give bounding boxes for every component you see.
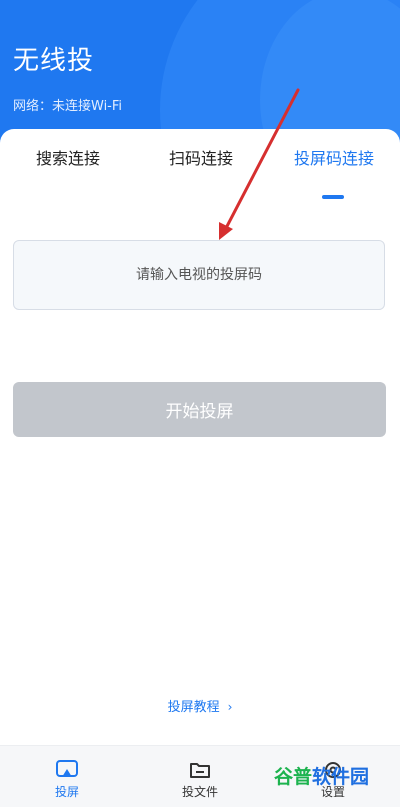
nav-item-files[interactable]: 投文件 [160, 760, 240, 800]
tutorial-label: 投屏教程 [167, 700, 220, 715]
nav-label-cast: 投屏 [54, 785, 79, 799]
chevron-right-icon: › [227, 700, 233, 714]
cast-screen-icon [56, 760, 78, 777]
watermark-part2: 软件园 [312, 766, 370, 788]
tab-code-connect[interactable]: 投屏码连接 [294, 145, 374, 169]
header: 无线投 网络：未连接Wi-Fi [0, 0, 400, 150]
connection-tabs: 搜索连接 扫码连接 投屏码连接 [0, 145, 400, 199]
nav-label-files: 投文件 [181, 785, 218, 799]
cast-code-input[interactable] [13, 240, 385, 310]
start-cast-button[interactable]: 开始投屏 [13, 382, 386, 437]
watermark-part1: 谷普 [274, 766, 313, 788]
network-status: 网络：未连接Wi-Fi [13, 99, 123, 114]
watermark-logo: 谷普软件园 [274, 762, 369, 789]
active-tab-indicator [322, 195, 344, 199]
app-title: 无线投 [13, 46, 95, 76]
folder-icon [190, 763, 210, 778]
nav-item-cast[interactable]: 投屏 [27, 760, 107, 800]
cast-tutorial-link[interactable]: 投屏教程 › [0, 696, 400, 715]
tab-scan-connect[interactable]: 扫码连接 [169, 145, 233, 169]
tab-search-connect[interactable]: 搜索连接 [36, 145, 100, 169]
main-panel: 搜索连接 扫码连接 投屏码连接 开始投屏 投屏教程 › [0, 129, 400, 806]
